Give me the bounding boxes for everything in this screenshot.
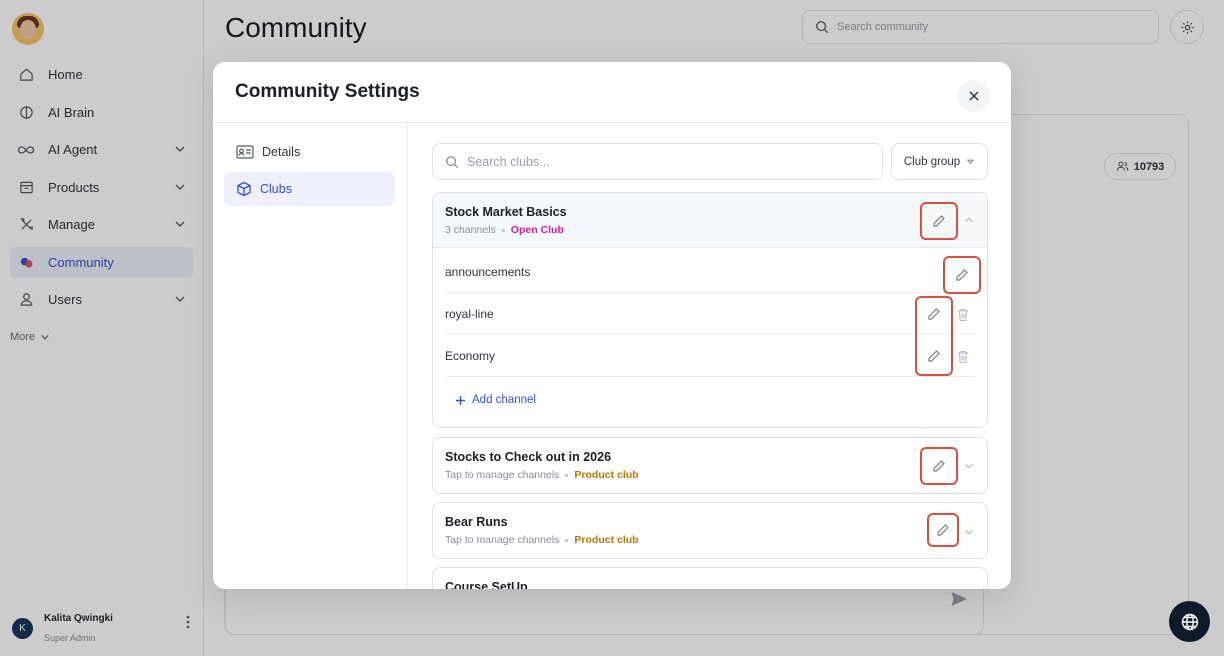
club-name: Stock Market Basics xyxy=(445,205,567,219)
club-type-tag: Product club xyxy=(574,469,639,481)
cube-icon xyxy=(237,181,251,197)
club-name: Stocks to Check out in 2026 xyxy=(445,450,612,464)
tab-label: Clubs xyxy=(260,182,292,196)
club-header[interactable]: Stocks to Check out in 2026 Tap to manag… xyxy=(433,438,987,493)
trash-icon xyxy=(958,350,968,364)
club-channel-count: 3 channels xyxy=(445,224,496,236)
club-name: Bear Runs xyxy=(445,515,508,529)
chevron-down-icon xyxy=(965,529,973,535)
separator-dot xyxy=(565,473,569,477)
club-hint: Tap to manage channels xyxy=(445,534,560,546)
tab-label: Details xyxy=(262,145,301,159)
edit-club-button[interactable] xyxy=(920,202,958,240)
club-header[interactable]: Course SetUp xyxy=(433,568,987,589)
expand-button[interactable] xyxy=(962,459,976,473)
channel-name: Economy xyxy=(445,348,496,363)
add-channel-label: Add channel xyxy=(472,394,536,406)
id-card-icon xyxy=(236,145,254,159)
channel-row: royal-line xyxy=(445,293,975,335)
club-group-select[interactable]: Club group xyxy=(891,143,988,180)
club-meta: 3 channels Open Club xyxy=(445,224,564,236)
caret-down-icon xyxy=(966,159,975,165)
trash-icon xyxy=(958,308,968,322)
channel-row: Economy xyxy=(445,335,975,377)
club-header[interactable]: Bear Runs Tap to manage channels Product… xyxy=(433,503,987,558)
close-icon xyxy=(969,91,979,101)
pencil-icon xyxy=(928,350,940,362)
edit-club-button[interactable] xyxy=(927,513,959,547)
channel-name: royal-line xyxy=(445,306,494,321)
club-card[interactable]: Bear Runs Tap to manage channels Product… xyxy=(432,502,988,559)
club-name: Course SetUp xyxy=(445,580,528,589)
separator-dot xyxy=(501,228,505,232)
pencil-icon xyxy=(933,215,945,227)
chevron-down-icon xyxy=(965,463,973,469)
add-channel-button[interactable]: Add channel xyxy=(455,394,536,406)
separator-dot xyxy=(565,538,569,542)
delete-channel-button[interactable] xyxy=(956,307,970,323)
search-icon xyxy=(446,155,459,168)
edit-channel-button[interactable] xyxy=(927,349,941,368)
close-button[interactable] xyxy=(958,80,990,112)
club-card: Stock Market Basics 3 channels Open Club… xyxy=(432,192,988,428)
expand-button[interactable] xyxy=(962,525,976,539)
channel-name: announcements xyxy=(445,264,531,279)
channel-row: announcements xyxy=(445,251,975,293)
edit-club-button[interactable] xyxy=(920,447,958,485)
club-search-input[interactable] xyxy=(467,154,867,169)
pencil-icon xyxy=(956,269,968,281)
plus-icon xyxy=(456,395,465,405)
chevron-up-icon xyxy=(965,217,973,223)
club-meta: Tap to manage channels Product club xyxy=(445,469,639,481)
community-settings-modal: Community Settings Details Clubs Club gr… xyxy=(213,62,1011,589)
club-card[interactable]: Course SetUp xyxy=(432,567,988,589)
globe-icon xyxy=(1181,613,1198,630)
assistant-button[interactable] xyxy=(1169,601,1210,642)
pencil-icon xyxy=(937,524,949,536)
club-header[interactable]: Stock Market Basics 3 channels Open Club xyxy=(433,193,987,248)
club-meta: Tap to manage channels Product club xyxy=(445,534,639,546)
tab-details[interactable]: Details xyxy=(224,135,395,169)
delete-channel-button[interactable] xyxy=(956,349,970,365)
collapse-button[interactable] xyxy=(962,213,976,227)
clubs-content: Club group Stock Market Basics 3 channel… xyxy=(408,123,1011,589)
pencil-icon xyxy=(928,308,940,320)
pencil-icon xyxy=(933,460,945,472)
edit-channel-button[interactable] xyxy=(927,307,941,326)
modal-side-nav: Details Clubs xyxy=(213,123,408,589)
tab-clubs[interactable]: Clubs xyxy=(224,172,395,206)
club-type-tag: Open Club xyxy=(510,224,564,236)
club-search[interactable] xyxy=(432,143,883,180)
edit-channel-button[interactable] xyxy=(943,256,981,294)
club-group-label: Club group xyxy=(903,155,961,168)
club-type-tag: Product club xyxy=(574,534,639,546)
club-card[interactable]: Stocks to Check out in 2026 Tap to manag… xyxy=(432,437,988,494)
club-hint: Tap to manage channels xyxy=(445,469,560,481)
modal-title: Community Settings xyxy=(235,81,420,102)
